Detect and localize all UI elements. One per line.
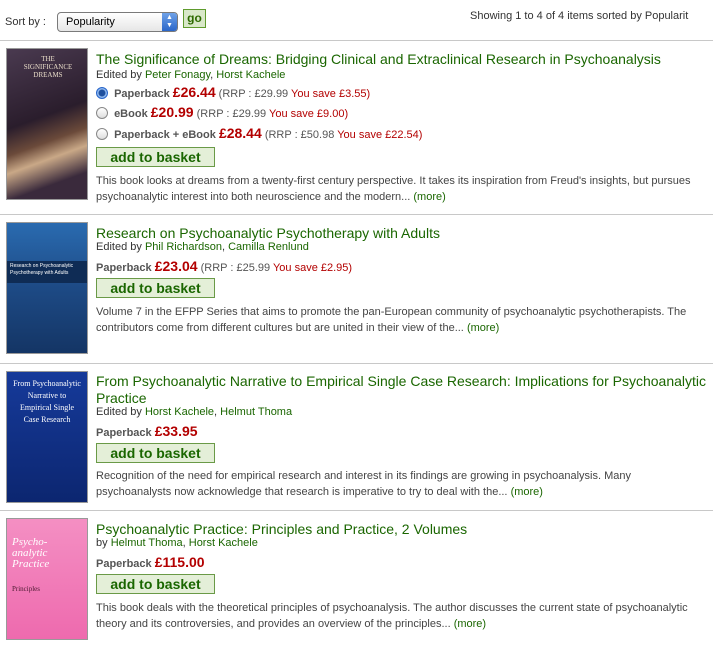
format-name: Paperback	[96, 262, 152, 274]
description-text: This book deals with the theoretical pri…	[96, 602, 688, 630]
format-price: £20.99	[150, 104, 194, 120]
format-name: Paperback	[114, 88, 170, 100]
select-arrows-icon: ▲ ▼	[162, 13, 177, 31]
book-cover-1[interactable]: THE SIGNIFICANCE DREAMS	[6, 48, 88, 200]
radio-icon[interactable]	[96, 128, 108, 140]
format-price: £26.44	[172, 84, 216, 100]
book-cover-4[interactable]: Psycho- analytic Practice Principles	[6, 518, 88, 640]
add-to-basket-button[interactable]: add to basket	[96, 147, 215, 167]
sort-label: Sort by :	[5, 16, 46, 28]
more-link[interactable]: (more)	[511, 486, 543, 498]
book-cover-2[interactable]: Research on Psychoanalytic Psychotherapy…	[6, 222, 88, 354]
more-link[interactable]: (more)	[413, 191, 445, 203]
authors-prefix: by	[96, 537, 108, 549]
format-rrp: (RRP : £29.99	[218, 88, 289, 100]
cover-line: Psychotherapy with Adults	[10, 270, 69, 276]
description-text: This book looks at dreams from a twenty-…	[96, 175, 691, 203]
format-name: Paperback	[96, 558, 152, 570]
results-summary: Showing 1 to 4 of 4 items sorted by Popu…	[470, 10, 689, 22]
book-description: This book deals with the theoretical pri…	[96, 600, 701, 632]
author-link[interactable]: Camilla Renlund	[228, 241, 309, 253]
format-save: You save £3.55)	[291, 88, 371, 100]
author-link[interactable]: Helmut Thoma	[111, 537, 183, 549]
add-to-basket-button[interactable]: add to basket	[96, 443, 215, 463]
authors-prefix: Edited by	[96, 69, 142, 81]
author-link[interactable]: Horst Kachele	[189, 537, 258, 549]
format-save: You save £9.00)	[269, 108, 349, 120]
book-authors: Edited by Phil Richardson, Camilla Renlu…	[96, 241, 309, 253]
cover-line: From Psychoanalytic	[13, 379, 81, 388]
author-link[interactable]: Horst Kachele	[216, 69, 285, 81]
book-cover-3[interactable]: From Psychoanalytic Narrative to Empiric…	[6, 371, 88, 503]
book-description: This book looks at dreams from a twenty-…	[96, 173, 701, 205]
cover-line: Empirical Single	[20, 403, 74, 412]
radio-icon[interactable]	[96, 107, 108, 119]
authors-prefix: Edited by	[96, 406, 142, 418]
author-link[interactable]: Helmut Thoma	[220, 406, 292, 418]
sort-selected-value: Popularity	[66, 16, 115, 28]
book-authors: by Helmut Thoma, Horst Kachele	[96, 537, 258, 549]
book-authors: Edited by Horst Kachele, Helmut Thoma	[96, 406, 293, 418]
format-rrp: (RRP : £29.99	[196, 108, 267, 120]
author-link[interactable]: Phil Richardson	[145, 241, 222, 253]
format-rrp: (RRP : £25.99	[200, 262, 271, 274]
author-link[interactable]: Horst Kachele	[145, 406, 214, 418]
book-authors: Edited by Peter Fonagy, Horst Kachele	[96, 69, 286, 81]
more-link[interactable]: (more)	[454, 618, 486, 630]
book-title[interactable]: The Significance of Dreams: Bridging Cli…	[96, 51, 706, 68]
format-price: £23.04	[154, 258, 198, 274]
more-link[interactable]: (more)	[467, 322, 499, 334]
cover-line: DREAMS	[33, 71, 63, 79]
divider	[0, 510, 713, 511]
cover-line: THE	[41, 55, 55, 63]
divider	[0, 214, 713, 215]
radio-selected-icon[interactable]	[96, 87, 108, 99]
divider	[0, 363, 713, 364]
format-option[interactable]: Paperback £26.44 (RRP : £29.99 You save …	[96, 84, 370, 102]
authors-prefix: Edited by	[96, 241, 142, 253]
format-name: Paperback	[96, 427, 152, 439]
add-to-basket-button[interactable]: add to basket	[96, 278, 215, 298]
book-title[interactable]: Research on Psychoanalytic Psychotherapy…	[96, 225, 706, 242]
book-title[interactable]: From Psychoanalytic Narrative to Empiric…	[96, 373, 706, 407]
format-option: Paperback £23.04 (RRP : £25.99 You save …	[96, 258, 352, 276]
format-price: £33.95	[154, 423, 198, 439]
format-save: You save £22.54)	[337, 129, 423, 141]
format-option: Paperback £115.00	[96, 554, 205, 572]
format-price: £28.44	[218, 125, 262, 141]
cover-line: Narrative to	[27, 391, 67, 400]
book-description: Volume 7 in the EFPP Series that aims to…	[96, 304, 701, 336]
format-save: You save £2.95)	[272, 262, 353, 274]
divider	[0, 40, 713, 41]
cover-line: SIGNIFICANCE	[23, 63, 73, 71]
author-link[interactable]: Peter Fonagy	[145, 69, 210, 81]
format-rrp: (RRP : £50.98	[264, 129, 335, 141]
go-button[interactable]: go	[183, 9, 206, 28]
book-title[interactable]: Psychoanalytic Practice: Principles and …	[96, 521, 706, 538]
description-text: Volume 7 in the EFPP Series that aims to…	[96, 306, 687, 334]
format-name: Paperback + eBook	[114, 129, 216, 141]
format-price: £115.00	[154, 554, 205, 570]
sort-select[interactable]: Popularity ▲ ▼	[57, 12, 178, 32]
add-to-basket-button[interactable]: add to basket	[96, 574, 215, 594]
cover-line: Research on Psychoanalytic	[10, 263, 74, 269]
format-name: eBook	[114, 108, 148, 120]
format-option[interactable]: eBook £20.99 (RRP : £29.99 You save £9.0…	[96, 104, 348, 122]
sort-bar: Sort by : Popularity ▲ ▼ go Showing 1 to …	[0, 0, 713, 36]
cover-line: Practice	[12, 558, 50, 570]
cover-line: Case Research	[23, 415, 71, 424]
cover-line: Principles	[12, 585, 40, 593]
book-description: Recognition of the need for empirical re…	[96, 468, 701, 500]
description-text: Recognition of the need for empirical re…	[96, 470, 632, 498]
format-option[interactable]: Paperback + eBook £28.44 (RRP : £50.98 Y…	[96, 125, 422, 143]
format-option: Paperback £33.95	[96, 423, 198, 441]
